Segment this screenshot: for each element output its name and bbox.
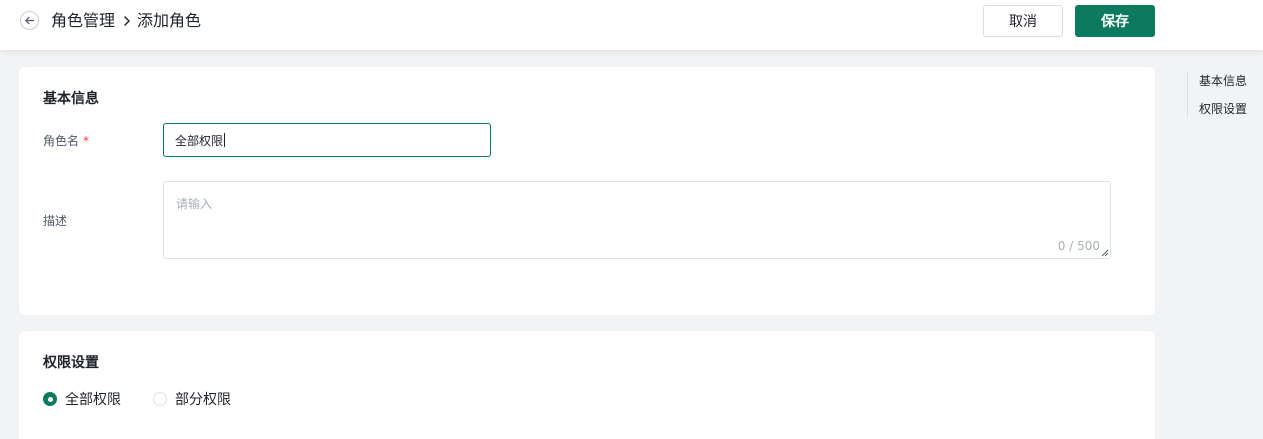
- permission-radio-group: 全部权限 部分权限: [43, 389, 263, 409]
- back-button[interactable]: [20, 11, 39, 30]
- radio-unchecked-icon: [153, 392, 167, 406]
- permission-settings-title: 权限设置: [43, 355, 99, 371]
- breadcrumb: 角色管理 添加角色: [51, 10, 201, 32]
- radio-partial-permissions-label: 部分权限: [175, 392, 231, 408]
- description-label: 描述: [43, 214, 68, 228]
- basic-info-card: 基本信息 角色名 * 全部权限 描述 请输入 0 / 500: [19, 67, 1155, 315]
- arrow-left-icon: [25, 16, 35, 25]
- radio-checked-icon: [43, 392, 57, 406]
- radio-all-permissions[interactable]: 全部权限: [43, 389, 121, 409]
- permission-settings-card: 权限设置 全部权限 部分权限: [19, 331, 1155, 439]
- page-header: 角色管理 添加角色 取消 保存: [0, 0, 1263, 50]
- role-name-input[interactable]: 全部权限: [163, 123, 491, 157]
- basic-info-title: 基本信息: [43, 91, 99, 107]
- breadcrumb-role-management[interactable]: 角色管理: [51, 10, 115, 32]
- cancel-button[interactable]: 取消: [983, 5, 1063, 37]
- save-button[interactable]: 保存: [1075, 5, 1155, 37]
- role-name-label-text: 角色名: [43, 134, 80, 148]
- radio-all-permissions-label: 全部权限: [65, 392, 121, 408]
- description-char-counter: 0 / 500: [1057, 239, 1100, 253]
- anchor-permission-settings[interactable]: 权限设置: [1199, 100, 1247, 117]
- breadcrumb-current: 添加角色: [137, 11, 202, 30]
- description-placeholder: 请输入: [176, 197, 213, 211]
- chevron-right-icon: [123, 15, 131, 27]
- anchor-nav: 基本信息 权限设置: [1187, 72, 1257, 118]
- text-caret: [224, 133, 226, 147]
- resize-handle-icon[interactable]: [1100, 248, 1109, 257]
- role-name-label: 角色名 *: [43, 132, 89, 149]
- description-textarea[interactable]: 请输入 0 / 500: [163, 181, 1111, 259]
- role-name-value: 全部权限: [175, 133, 224, 148]
- anchor-basic-info[interactable]: 基本信息: [1199, 72, 1247, 89]
- required-mark: *: [83, 134, 90, 148]
- radio-partial-permissions[interactable]: 部分权限: [153, 389, 231, 409]
